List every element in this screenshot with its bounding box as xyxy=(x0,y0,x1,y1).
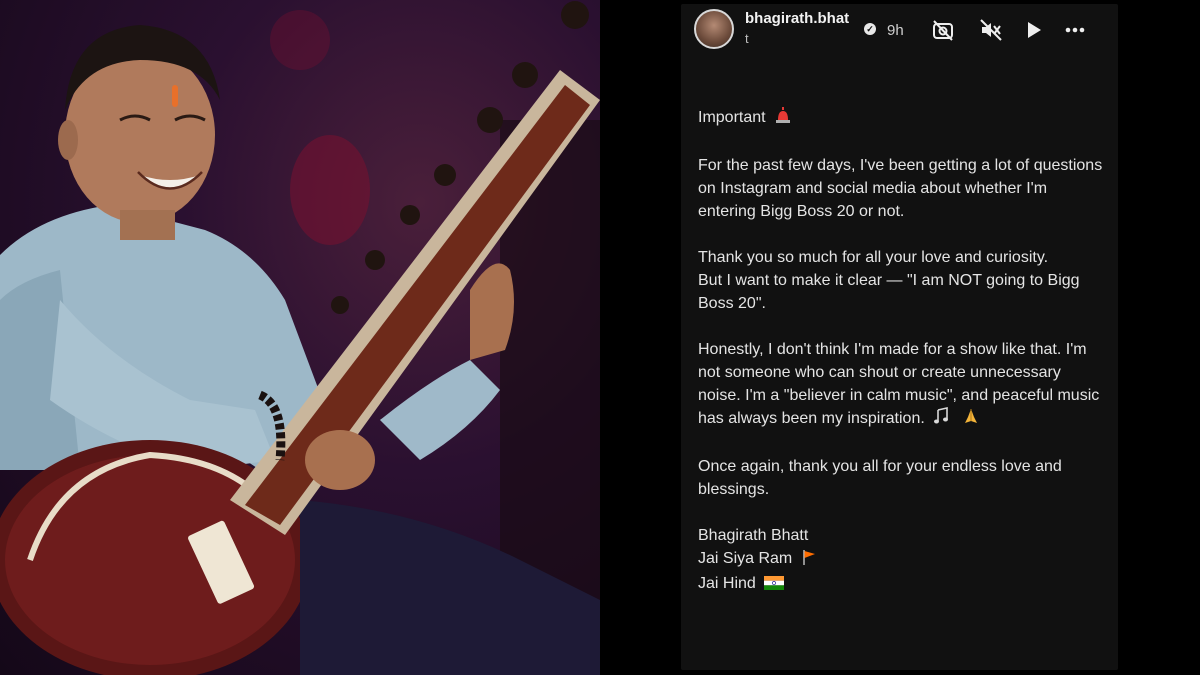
play-icon[interactable] xyxy=(1021,18,1045,42)
signature-line-2: Jai Siya Ram xyxy=(698,547,1108,572)
important-label: Important xyxy=(698,109,766,126)
music-notes-icon xyxy=(933,407,953,432)
signature-line-3: Jai Hind xyxy=(698,572,1108,597)
paragraph-1: For the past few days, I've been getting… xyxy=(698,157,1103,220)
india-flag-icon xyxy=(764,574,785,597)
story-subtitle: t xyxy=(745,31,751,46)
post-time: 9h xyxy=(887,22,904,39)
photo-illustration xyxy=(0,1,600,675)
paragraph-2: Thank you so much for all your love and … xyxy=(698,246,1108,315)
saffron-flag-icon xyxy=(801,549,817,572)
jai-siya-ram-text: Jai Siya Ram xyxy=(698,550,793,567)
story-header: bhagirath.bhat ✓ 9h t xyxy=(681,4,1118,54)
paragraph-2-line-2: But I want to make it clear — "I am NOT … xyxy=(698,272,1080,312)
paragraph-2-line-1: Thank you so much for all your love and … xyxy=(698,249,1049,266)
more-options-icon[interactable] xyxy=(1063,18,1087,42)
verified-badge-icon: ✓ xyxy=(864,23,876,35)
jai-hind-text: Jai Hind xyxy=(698,575,756,592)
username[interactable]: bhagirath.bhat xyxy=(745,10,849,27)
siren-icon xyxy=(774,106,792,131)
sitar-performer-photo xyxy=(0,0,600,675)
signature-name: Bhagirath Bhatt xyxy=(698,527,809,544)
paragraph-3-text: Honestly, I don't think I'm made for a s… xyxy=(698,341,1100,427)
instagram-story: bhagirath.bhat ✓ 9h t Important For the … xyxy=(681,4,1118,670)
no-camera-icon[interactable] xyxy=(931,18,955,42)
story-text: Important For the past few days, I've be… xyxy=(698,106,1108,597)
paragraph-4: Once again, thank you all for your endle… xyxy=(698,458,1062,498)
folded-hands-icon xyxy=(962,407,980,432)
avatar[interactable] xyxy=(694,9,734,49)
important-line: Important xyxy=(698,106,1108,131)
paragraph-3: Honestly, I don't think I'm made for a s… xyxy=(698,338,1108,432)
mute-icon[interactable] xyxy=(979,18,1003,42)
